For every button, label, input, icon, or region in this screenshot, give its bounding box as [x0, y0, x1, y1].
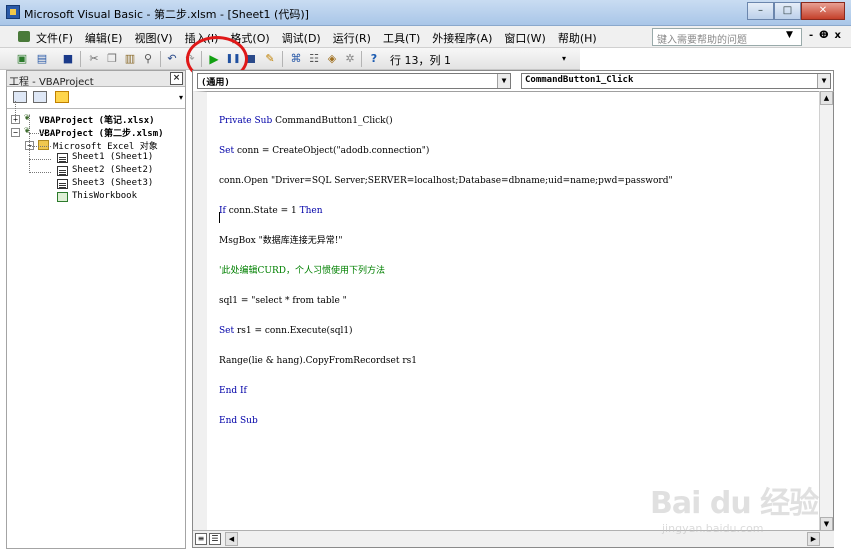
code-comment: '此处编辑CURD，个人习惯使用下列方法	[219, 266, 385, 276]
toolbox-icon[interactable]: ✲	[342, 51, 358, 67]
mdi-restore-button[interactable]: ⴲ	[819, 30, 828, 41]
menu-bar: 文件(F) 编辑(E) 视图(V) 插入(I) 格式(O) 调试(D) 运行(R…	[0, 26, 851, 48]
scroll-left-icon[interactable]: ◀	[225, 532, 238, 546]
title-bar: Microsoft Visual Basic - 第二步.xlsm - [She…	[0, 0, 851, 26]
toolbar-options-icon[interactable]: ▾	[556, 51, 572, 67]
paste-icon[interactable]: ▥	[122, 51, 138, 67]
window-controls: – □ ✕	[747, 2, 845, 20]
tree-item-thisworkbook[interactable]: ThisWorkbook	[11, 191, 185, 204]
procedure-view-icon[interactable]: ≡	[195, 533, 207, 545]
tree-item-label: Microsoft Excel 对象	[53, 142, 158, 152]
code-line: conn.State = 1	[228, 206, 297, 216]
project-explorer-header: 工程 - VBAProject ×	[7, 71, 185, 88]
code-line: rs1 = conn.Execute(sql1)	[236, 326, 353, 336]
collapse-icon[interactable]: −	[11, 128, 20, 137]
excel-view-icon[interactable]: ▣	[14, 51, 30, 67]
insert-userform-icon[interactable]: ▤	[34, 51, 50, 67]
mdi-controls: - ⴲ x	[809, 30, 841, 41]
watermark-url: jingyan.baidu.com	[662, 522, 764, 535]
vertical-scrollbar[interactable]: ▲ ▼	[819, 91, 833, 531]
worksheet-icon	[57, 153, 68, 163]
watermark-logo: Bai du 经验	[650, 486, 819, 521]
code-line: MsgBox "数据库连接无异常!"	[219, 236, 343, 246]
vb-app-icon	[6, 5, 20, 19]
menu-window[interactable]: 窗口(W)	[498, 29, 551, 47]
scroll-up-icon[interactable]: ▲	[820, 91, 833, 105]
tree-item-label: ThisWorkbook	[72, 191, 138, 201]
code-line: Range(lie & hang).CopyFromRecordset rs1	[219, 356, 417, 366]
project-close-button[interactable]: ×	[170, 72, 183, 85]
code-line: End If	[219, 386, 247, 396]
mdi-close-button[interactable]: x	[835, 30, 841, 41]
chevron-down-icon[interactable]: ▼	[497, 74, 510, 88]
save-icon[interactable]: ■	[60, 51, 76, 67]
tree-item-label: Sheet2 (Sheet2)	[72, 165, 154, 175]
window-title: Microsoft Visual Basic - 第二步.xlsm - [She…	[24, 8, 309, 21]
help-search-input[interactable]: 键入需要帮助的问题	[652, 28, 802, 46]
full-module-view-icon[interactable]: ☰	[209, 533, 221, 545]
object-select[interactable]: (通用) ▼	[197, 73, 511, 89]
tree-item-label: VBAProject (第二步.xlsm)	[39, 129, 164, 139]
worksheet-icon	[57, 179, 68, 189]
code-line: CommandButton1_Click()	[275, 116, 393, 126]
folder-icon	[38, 140, 49, 150]
code-line: conn = CreateObject("adodb.connection")	[236, 146, 430, 156]
procedure-select[interactable]: CommandButton1_Click ▼	[521, 73, 831, 89]
help-icon[interactable]: ?	[366, 51, 382, 67]
close-button[interactable]: ✕	[801, 2, 845, 20]
code-lines: Private Sub CommandButton1_Click() Set c…	[219, 116, 673, 426]
properties-window-icon[interactable]: ☷	[306, 51, 322, 67]
find-icon[interactable]: ⚲	[140, 51, 156, 67]
tree-item-project-notes[interactable]: + ❦ VBAProject (笔记.xlsx)	[11, 112, 185, 126]
undo-icon[interactable]: ↶	[164, 51, 180, 67]
project-tree: + ❦ VBAProject (笔记.xlsx) − ❦ VBAProject …	[7, 101, 185, 204]
view-object-icon[interactable]	[33, 91, 47, 103]
tree-item-label: Sheet1 (Sheet1)	[72, 152, 154, 162]
project-toolbar-more-icon[interactable]: ▾	[179, 93, 183, 102]
project-toolbar: ▾	[7, 87, 185, 109]
toggle-folders-icon[interactable]	[55, 91, 69, 103]
cut-icon[interactable]: ✂	[86, 51, 102, 67]
cursor-position-label: 行 13，列 1	[390, 54, 451, 67]
project-explorer-icon[interactable]: ⌘	[288, 51, 304, 67]
code-editor[interactable]: Private Sub CommandButton1_Click() Set c…	[193, 91, 834, 531]
baidu-jingyan-watermark: Bai du 经验 jingyan.baidu.com	[650, 478, 820, 548]
menu-run[interactable]: 运行(R)	[327, 29, 377, 47]
workbook-icon	[57, 192, 68, 202]
object-browser-icon[interactable]: ◈	[324, 51, 340, 67]
standard-toolbar: ▣ ▤ ■ ✂ ❐ ▥ ⚲ ↶ ↷ ▶ ❚❚ ✎ ⌘ ☷ ◈ ✲ ? 行 13，…	[0, 48, 580, 70]
text-caret	[219, 212, 220, 223]
design-mode-icon[interactable]: ✎	[262, 51, 278, 67]
tree-item-label: VBAProject (笔记.xlsx)	[39, 116, 155, 126]
menu-tools[interactable]: 工具(T)	[377, 29, 426, 47]
minimize-button[interactable]: –	[747, 2, 774, 20]
menu-edit[interactable]: 编辑(E)	[79, 29, 129, 47]
menu-file[interactable]: 文件(F)	[14, 29, 79, 47]
code-line: End Sub	[219, 416, 258, 426]
copy-icon[interactable]: ❐	[104, 51, 120, 67]
scroll-down-icon[interactable]: ▼	[820, 517, 833, 531]
menu-help[interactable]: 帮助(H)	[552, 29, 603, 47]
maximize-button[interactable]: □	[774, 2, 801, 20]
menu-addins[interactable]: 外接程序(A)	[426, 29, 498, 47]
menu-debug[interactable]: 调试(D)	[276, 29, 327, 47]
menu-view[interactable]: 视图(V)	[128, 29, 178, 47]
code-window: (通用) ▼ CommandButton1_Click ▼ Private Su…	[192, 70, 834, 548]
mdi-minimize-button[interactable]: -	[809, 30, 813, 41]
chevron-down-icon[interactable]: ▼	[817, 74, 830, 88]
project-explorer: 工程 - VBAProject × ▾ + ❦ VBAProject (笔记.x…	[6, 70, 186, 549]
worksheet-icon	[57, 166, 68, 176]
code-line: conn.Open "Driver=SQL Server;SERVER=loca…	[219, 176, 673, 186]
object-select-value: (通用)	[201, 78, 230, 88]
tree-item-label: Sheet3 (Sheet3)	[72, 178, 154, 188]
help-dropdown-icon[interactable]: ▼	[786, 30, 793, 40]
code-line: sql1 = "select * from table "	[219, 296, 347, 306]
procedure-select-value: CommandButton1_Click	[525, 75, 634, 85]
tree-item-sheet3[interactable]: Sheet3 (Sheet3)	[11, 178, 185, 191]
